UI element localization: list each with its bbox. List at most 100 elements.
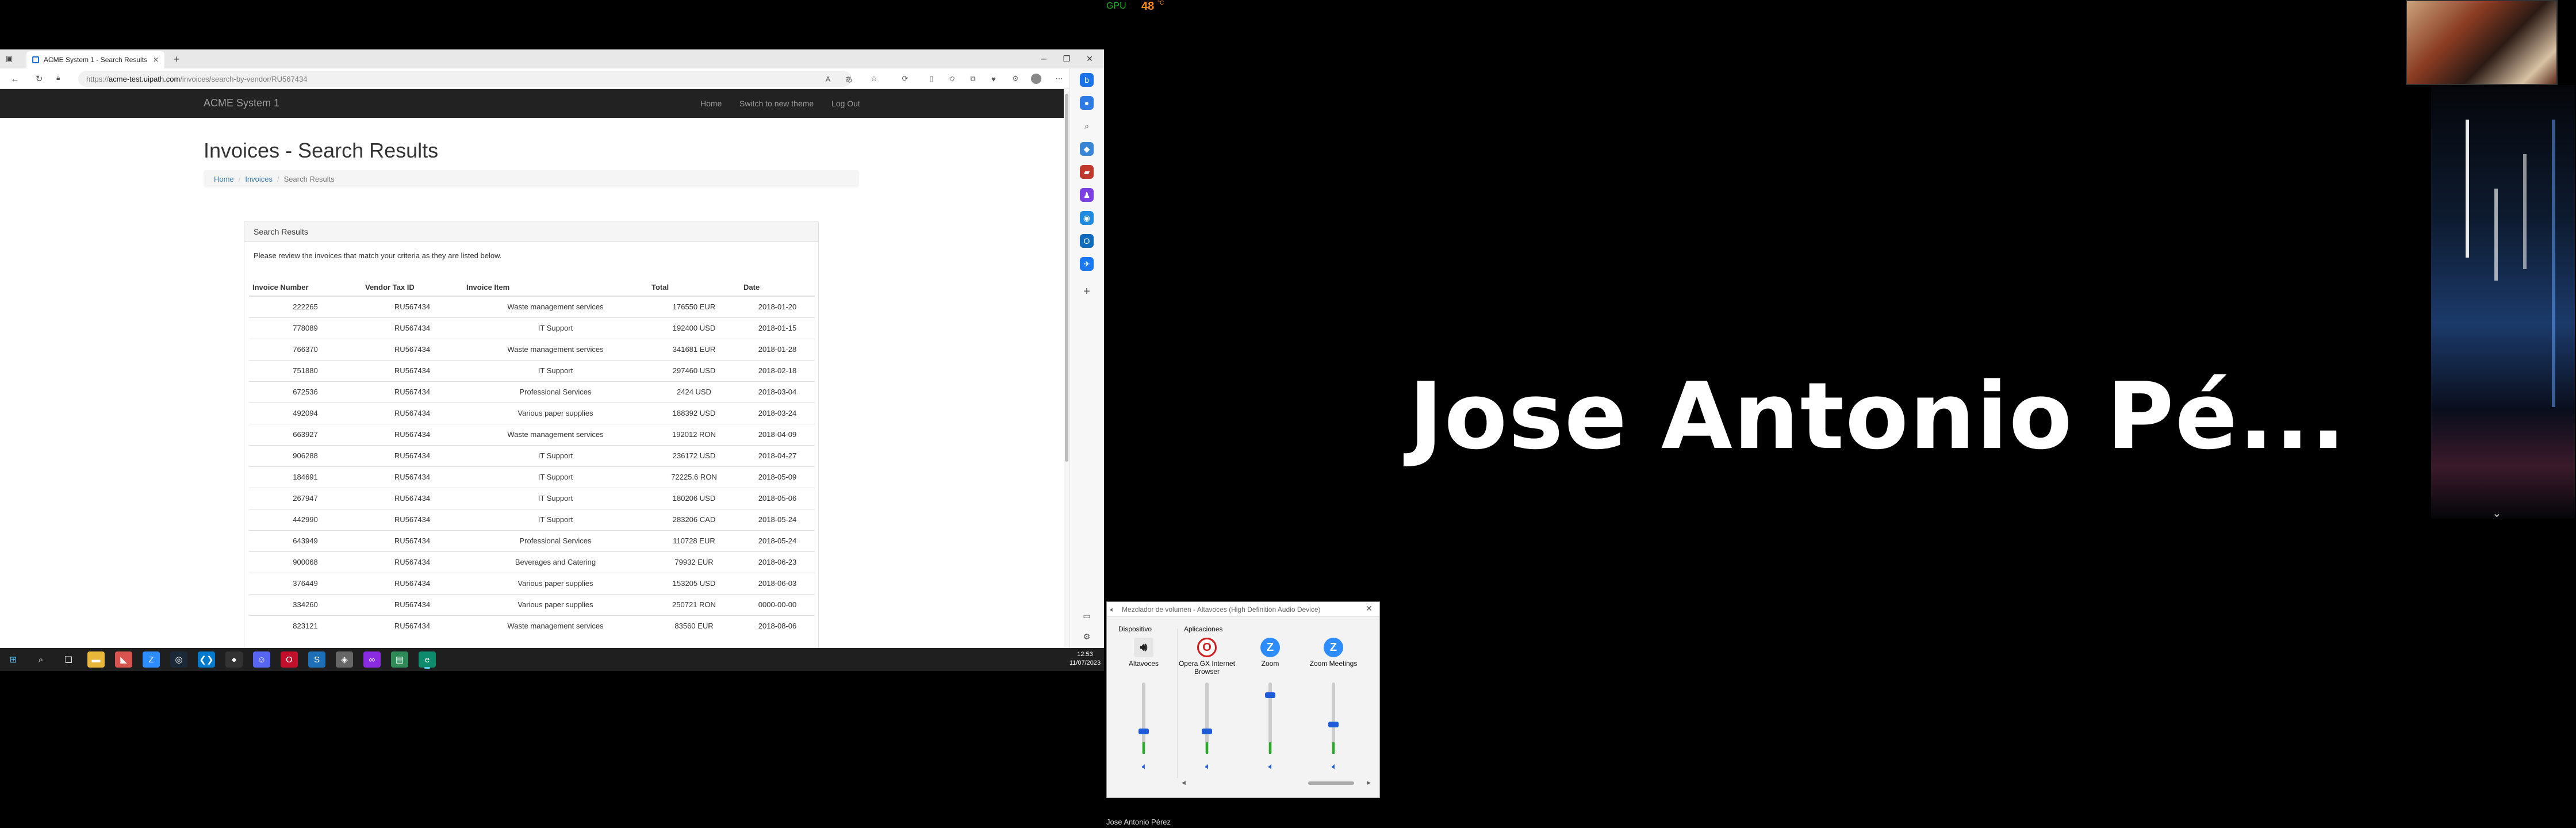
games-icon[interactable]: ♟ bbox=[1080, 188, 1094, 202]
cell-total: 110728 EUR bbox=[648, 530, 740, 551]
outlook-icon[interactable]: O bbox=[1080, 234, 1094, 248]
app-icon[interactable]: S bbox=[308, 651, 325, 668]
mute-speaker-icon[interactable]: 🔈︎ bbox=[1332, 762, 1337, 772]
mute-speaker-icon[interactable]: 🔈︎ bbox=[1268, 762, 1274, 772]
shopping-icon[interactable]: ◆ bbox=[1080, 142, 1094, 156]
search-icon[interactable]: ⌕ bbox=[1080, 119, 1094, 133]
site-brand[interactable]: ACME System 1 bbox=[204, 97, 279, 109]
col-vendor-tax-id: Vendor Tax ID bbox=[362, 279, 463, 297]
translate-icon[interactable]: あ bbox=[843, 73, 854, 85]
breadcrumb-home[interactable]: Home bbox=[214, 175, 234, 183]
more-menu-icon[interactable]: ⋯ bbox=[1053, 73, 1065, 85]
breadcrumb-current: Search Results bbox=[283, 174, 335, 183]
volume-slider-thumb[interactable] bbox=[1328, 722, 1339, 727]
volume-slider-thumb[interactable] bbox=[1138, 729, 1149, 734]
app-icon[interactable]: ▤ bbox=[391, 651, 408, 668]
video-streak bbox=[2466, 120, 2469, 258]
scroll-left-icon[interactable]: ◀ bbox=[1182, 780, 1186, 786]
volume-slider[interactable] bbox=[1138, 683, 1149, 754]
lock-icon[interactable]: 🔒︎ bbox=[56, 74, 67, 84]
refresh-page-icon[interactable]: ⟳ bbox=[899, 73, 911, 85]
zoom-icon[interactable]: Z bbox=[143, 651, 160, 668]
cell-invoice-number: 672536 bbox=[249, 381, 362, 402]
favorite-icon[interactable]: ☆ bbox=[868, 73, 880, 85]
nav-home-link[interactable]: Home bbox=[700, 99, 722, 108]
visual-studio-icon[interactable]: ∞ bbox=[363, 651, 381, 668]
read-aloud-icon[interactable]: A bbox=[822, 73, 834, 85]
page-scrollbar-thumb[interactable] bbox=[1065, 94, 1068, 462]
maximize-icon[interactable]: ❐ bbox=[1058, 52, 1075, 66]
nav-switch-theme-link[interactable]: Switch to new theme bbox=[739, 99, 814, 108]
cell-invoice-number: 334260 bbox=[249, 593, 362, 615]
tab-actions-icon[interactable]: ▣ bbox=[6, 54, 15, 63]
cell-date: 0000-00-00 bbox=[740, 593, 815, 615]
extensions-icon[interactable]: ⚙ bbox=[1010, 73, 1021, 85]
mixer-scroll-thumb[interactable] bbox=[1308, 781, 1354, 785]
notification-icon[interactable]: ● bbox=[1080, 96, 1094, 110]
cell-vendor-tax-id: RU567434 bbox=[362, 615, 463, 637]
mixer-close-icon[interactable]: ✕ bbox=[1366, 604, 1373, 614]
favorites-icon[interactable]: ✩ bbox=[946, 73, 958, 85]
volume-slider-thumb[interactable] bbox=[1265, 692, 1275, 698]
opera-icon: O bbox=[1197, 638, 1217, 657]
profile-avatar[interactable] bbox=[1030, 73, 1042, 85]
participant-video-thumbnail[interactable] bbox=[2406, 0, 2558, 85]
cell-invoice-item: IT Support bbox=[463, 466, 648, 488]
cell-vendor-tax-id: RU567434 bbox=[362, 466, 463, 488]
search-icon[interactable]: ⌕ bbox=[32, 651, 49, 668]
browser-window: ▣ ACME System 1 - Search Results ✕ + ─ ❐… bbox=[0, 49, 1104, 648]
cell-date: 2018-03-24 bbox=[740, 402, 815, 424]
collections-icon[interactable]: ⧉ bbox=[967, 73, 979, 85]
address-input[interactable]: https://acme-test.uipath.com/invoices/se… bbox=[78, 71, 852, 87]
steam-icon[interactable]: ◎ bbox=[170, 651, 187, 668]
back-icon[interactable]: ← bbox=[8, 72, 22, 85]
app-icon[interactable]: ◈ bbox=[336, 651, 353, 668]
volume-slider[interactable] bbox=[1328, 683, 1339, 754]
edge-icon[interactable]: e bbox=[419, 651, 436, 669]
close-window-icon[interactable]: ✕ bbox=[1081, 52, 1098, 66]
tools-icon[interactable]: ▰ bbox=[1080, 165, 1094, 179]
table-row: 376449 RU567434 Various paper supplies 1532… bbox=[249, 572, 815, 594]
mute-speaker-icon[interactable]: 🔈︎ bbox=[1205, 762, 1211, 772]
cell-invoice-item: Professional Services bbox=[463, 381, 648, 402]
vscode-icon[interactable]: ❮❯ bbox=[198, 651, 215, 668]
copilot-icon[interactable]: b bbox=[1080, 73, 1094, 87]
volume-slider-thumb[interactable] bbox=[1202, 729, 1212, 734]
file-explorer-icon[interactable]: ▬ bbox=[87, 651, 105, 668]
split-screen-icon[interactable]: ▯ bbox=[926, 73, 937, 85]
task-view-icon[interactable]: ❏ bbox=[60, 651, 77, 668]
volume-slider[interactable] bbox=[1265, 683, 1275, 754]
nav-logout-link[interactable]: Log Out bbox=[831, 99, 860, 108]
microsoft365-icon[interactable]: ◉ bbox=[1080, 211, 1094, 225]
chevron-down-icon[interactable]: ⌄ bbox=[2492, 506, 2502, 520]
hide-sidebar-icon[interactable]: ▭ bbox=[1080, 609, 1094, 623]
start-icon[interactable]: ⊞ bbox=[5, 651, 22, 668]
tab-close-icon[interactable]: ✕ bbox=[153, 56, 159, 64]
sidebar-settings-icon[interactable]: ⚙ bbox=[1080, 630, 1094, 643]
add-sidebar-app-icon[interactable]: + bbox=[1080, 285, 1094, 298]
tab-acme[interactable]: ACME System 1 - Search Results ✕ bbox=[26, 51, 164, 68]
table-row: 823121 RU567434 Waste management services 8… bbox=[249, 615, 815, 637]
mixer-horizontal-scrollbar[interactable]: ◀ ▶ bbox=[1182, 779, 1371, 787]
breadcrumb-invoices[interactable]: Invoices bbox=[245, 175, 273, 183]
app-icon[interactable]: ◣ bbox=[115, 651, 132, 668]
cell-invoice-item: Professional Services bbox=[463, 530, 648, 551]
discord-icon[interactable]: ☺ bbox=[253, 651, 270, 668]
table-row: 222265 RU567434 Waste management services 1… bbox=[249, 296, 815, 317]
volume-slider[interactable] bbox=[1202, 683, 1212, 754]
cell-total: 72225.6 RON bbox=[648, 466, 740, 488]
github-icon[interactable]: ● bbox=[225, 651, 243, 668]
scroll-right-icon[interactable]: ▶ bbox=[1367, 780, 1371, 786]
minimize-icon[interactable]: ─ bbox=[1035, 52, 1052, 66]
page-scrollbar[interactable] bbox=[1064, 89, 1070, 648]
zoom-icon: Z bbox=[1260, 638, 1280, 657]
taskbar-clock[interactable]: 12:53 11/07/2023 bbox=[1068, 650, 1102, 668]
mute-speaker-icon[interactable]: 🔈︎ bbox=[1142, 762, 1148, 772]
drop-icon[interactable]: ✈ bbox=[1080, 257, 1094, 271]
refresh-icon[interactable]: ↻ bbox=[32, 72, 46, 85]
browser-essentials-icon[interactable]: ♥ bbox=[988, 73, 999, 85]
cell-date: 2018-05-24 bbox=[740, 530, 815, 551]
participant-video-strip[interactable] bbox=[2431, 85, 2575, 519]
opera-gx-icon[interactable]: O bbox=[281, 651, 298, 668]
new-tab-icon[interactable]: + bbox=[170, 53, 183, 66]
